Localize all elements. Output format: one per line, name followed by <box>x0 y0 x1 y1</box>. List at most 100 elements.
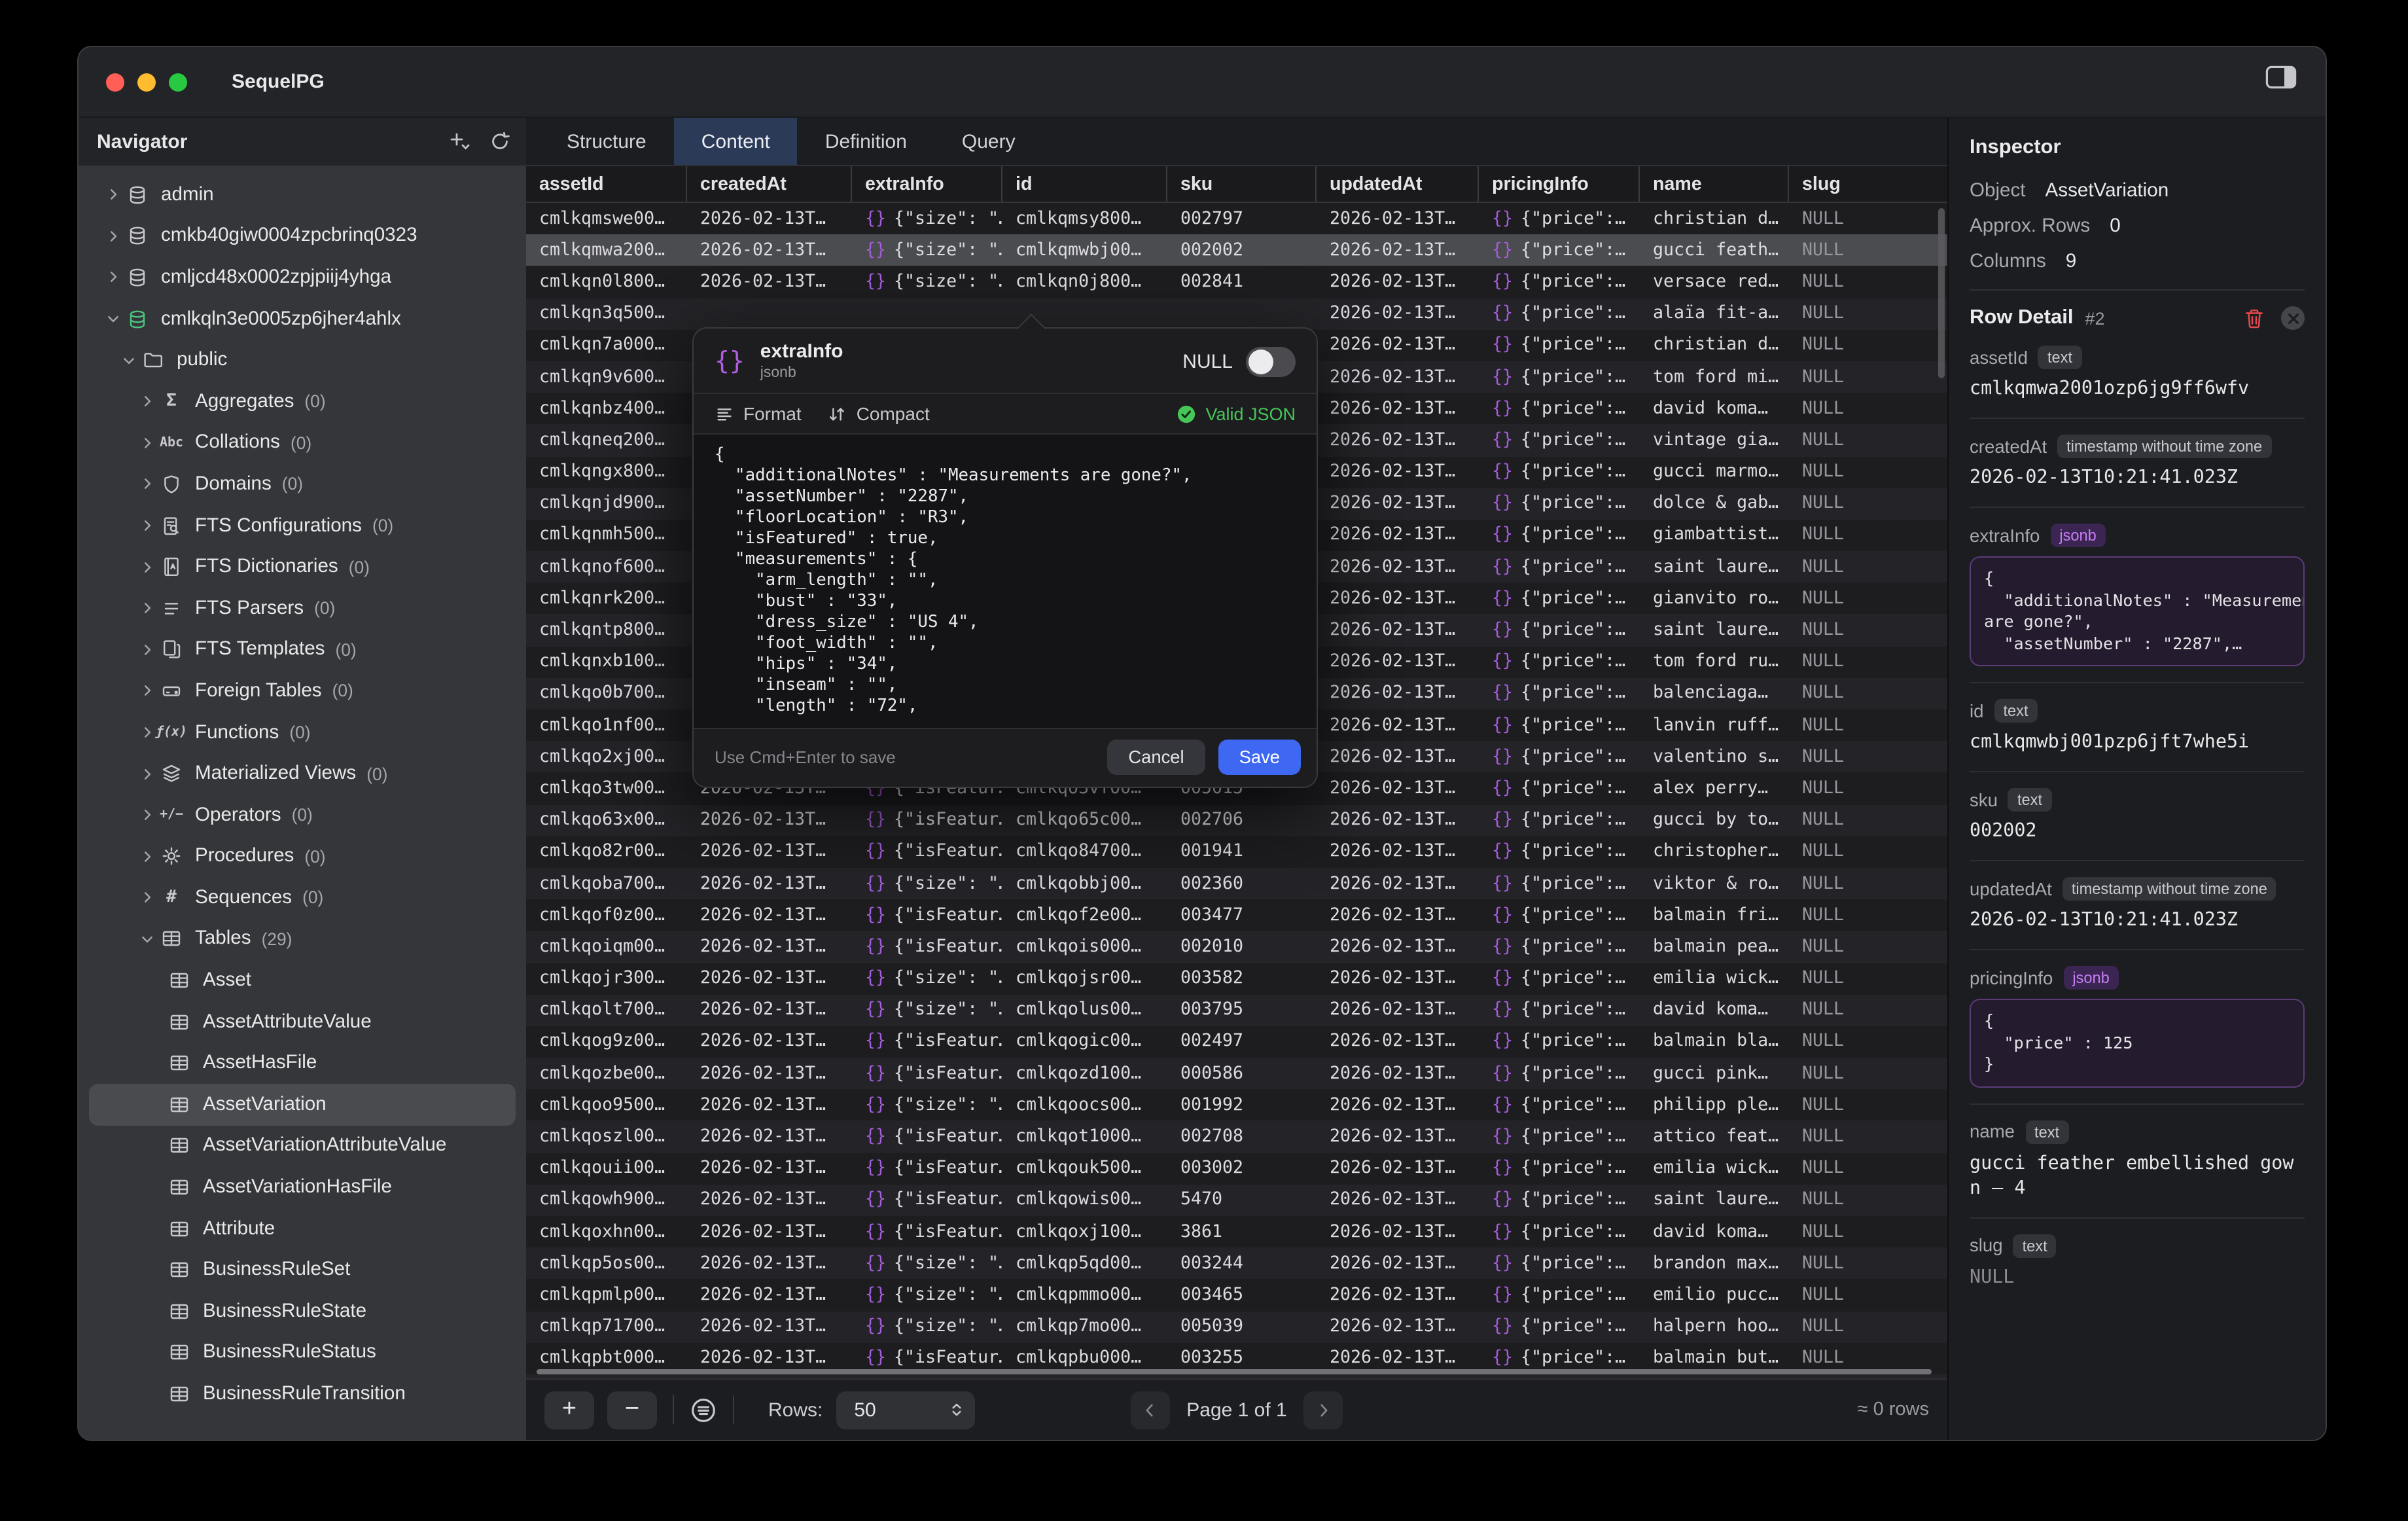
cell-extrainfo[interactable]: {}{"isFeatur… <box>852 804 1002 836</box>
chevron-right-icon[interactable] <box>136 725 157 740</box>
cell-name[interactable]: balmain fri… <box>1640 899 1789 931</box>
cell-updatedat[interactable]: 2026-02-13T… <box>1317 1090 1479 1121</box>
sidebar-item-operators[interactable]: +/−Operators(0) <box>89 795 516 836</box>
column-header-updatedat[interactable]: updatedAt <box>1317 166 1479 202</box>
sidebar-item-assetvariationattributevalue[interactable]: AssetVariationAttributeValue <box>89 1125 516 1166</box>
save-button[interactable]: Save <box>1218 740 1301 775</box>
cell-createdat[interactable]: 2026-02-13T… <box>687 1026 852 1058</box>
cell-name[interactable]: christopher… <box>1640 836 1789 868</box>
cell-slug[interactable]: NULL <box>1789 899 1947 931</box>
cell-createdat[interactable]: 2026-02-13T… <box>687 1216 852 1247</box>
cell-slug[interactable]: NULL <box>1789 709 1947 741</box>
cell-extrainfo[interactable]: {}{"isFeatur… <box>852 899 1002 931</box>
rows-per-page-select[interactable]: 50 <box>836 1391 974 1429</box>
cell-extrainfo[interactable]: {}{"isFeatur… <box>852 1153 1002 1184</box>
sidebar-item-tables[interactable]: Tables(29) <box>89 918 516 959</box>
cell-pricinginfo[interactable]: {}{"price":… <box>1479 773 1640 804</box>
table-row[interactable]: cmlkqn3q500…2026-02-13T…{}{"price":…alaï… <box>526 298 1947 329</box>
chevron-right-icon[interactable] <box>136 850 157 864</box>
cell-pricinginfo[interactable]: {}{"price":… <box>1479 1026 1640 1058</box>
tab-definition[interactable]: Definition <box>798 118 934 165</box>
cell-slug[interactable]: NULL <box>1789 551 1947 582</box>
cell-name[interactable]: david koma… <box>1640 393 1789 424</box>
cell-id[interactable]: cmlkqowis00… <box>1002 1185 1167 1216</box>
sidebar-item-materialized-views[interactable]: Materialized Views(0) <box>89 753 516 795</box>
cell-assetid[interactable]: cmlkqnjd900… <box>526 488 687 519</box>
cell-slug[interactable]: NULL <box>1789 741 1947 772</box>
cell-slug[interactable]: NULL <box>1789 994 1947 1026</box>
cell-assetid[interactable]: cmlkqnof600… <box>526 551 687 582</box>
cell-slug[interactable]: NULL <box>1789 203 1947 234</box>
cell-slug[interactable]: NULL <box>1789 1311 1947 1342</box>
cell-pricinginfo[interactable]: {}{"price":… <box>1479 615 1640 646</box>
cell-updatedat[interactable]: 2026-02-13T… <box>1317 1247 1479 1279</box>
chevron-right-icon[interactable] <box>136 436 157 450</box>
cell-assetid[interactable]: cmlkqnrk200… <box>526 583 687 615</box>
cell-pricinginfo[interactable]: {}{"price":… <box>1479 583 1640 615</box>
cell-updatedat[interactable]: 2026-02-13T… <box>1317 1153 1479 1184</box>
cell-createdat[interactable]: 2026-02-13T… <box>687 963 852 994</box>
cell-sku[interactable]: 002708 <box>1167 1121 1317 1153</box>
cell-extrainfo[interactable]: {}{"isFeatur… <box>852 1185 1002 1216</box>
cell-name[interactable]: balenciaga… <box>1640 678 1789 709</box>
chevron-right-icon[interactable] <box>136 766 157 781</box>
cell-updatedat[interactable]: 2026-02-13T… <box>1317 804 1479 836</box>
sidebar-item-cmljcd48x0002zpjpiij4yhga[interactable]: cmljcd48x0002zpjpiij4yhga <box>89 257 516 298</box>
cell-createdat[interactable]: 2026-02-13T… <box>687 203 852 234</box>
cell-id[interactable]: cmlkqmsy800… <box>1002 203 1167 234</box>
table-row[interactable]: cmlkqp5os00…2026-02-13T…{}{"size": "…cml… <box>526 1247 1947 1279</box>
cell-updatedat[interactable]: 2026-02-13T… <box>1317 899 1479 931</box>
sidebar-item-fts-configurations[interactable]: FTS Configurations(0) <box>89 505 516 546</box>
cell-id[interactable]: cmlkqo84700… <box>1002 836 1167 868</box>
cell-pricinginfo[interactable]: {}{"price":… <box>1479 425 1640 456</box>
cell-id[interactable]: cmlkqobbj00… <box>1002 868 1167 899</box>
cell-name[interactable]: viktor & ro… <box>1640 868 1789 899</box>
cell-pricinginfo[interactable]: {}{"price":… <box>1479 1311 1640 1342</box>
refresh-button[interactable] <box>489 131 510 152</box>
cell-sku[interactable]: 5470 <box>1167 1185 1317 1216</box>
sidebar-item-fts-parsers[interactable]: FTS Parsers(0) <box>89 588 516 629</box>
cell-sku[interactable]: 003244 <box>1167 1247 1317 1279</box>
cell-name[interactable]: attico feat… <box>1640 1121 1789 1153</box>
cell-slug[interactable]: NULL <box>1789 615 1947 646</box>
cell-updatedat[interactable]: 2026-02-13T… <box>1317 488 1479 519</box>
chevron-right-icon[interactable] <box>136 395 157 409</box>
chevron-right-icon[interactable] <box>136 560 157 574</box>
cell-sku[interactable]: 002002 <box>1167 234 1317 266</box>
cell-name[interactable]: balmain bla… <box>1640 1026 1789 1058</box>
cell-extrainfo[interactable]: {}{"isFeatur… <box>852 836 1002 868</box>
cell-updatedat[interactable]: 2026-02-13T… <box>1317 868 1479 899</box>
close-window-button[interactable] <box>106 73 124 91</box>
column-header-pricinginfo[interactable]: pricingInfo <box>1479 166 1640 202</box>
cell-assetid[interactable]: cmlkqojr300… <box>526 963 687 994</box>
cell-pricinginfo[interactable]: {}{"price":… <box>1479 551 1640 582</box>
cell-assetid[interactable]: cmlkqolt700… <box>526 994 687 1026</box>
cell-extrainfo[interactable]: {}{"isFeatur… <box>852 931 1002 963</box>
chevron-down-icon[interactable] <box>118 353 139 367</box>
minimize-window-button[interactable] <box>137 73 156 91</box>
cell-pricinginfo[interactable]: {}{"price":… <box>1479 899 1640 931</box>
sidebar-item-aggregates[interactable]: ΣAggregates(0) <box>89 381 516 422</box>
cell-slug[interactable]: NULL <box>1789 1247 1947 1279</box>
cell-name[interactable]: christian d… <box>1640 203 1789 234</box>
cell-createdat[interactable]: 2026-02-13T… <box>687 868 852 899</box>
table-row[interactable]: cmlkqo82r00…2026-02-13T…{}{"isFeatur…cml… <box>526 836 1947 868</box>
cell-assetid[interactable]: cmlkqoiqm00… <box>526 931 687 963</box>
sidebar-item-asset[interactable]: Asset <box>89 960 516 1001</box>
chevron-right-icon[interactable] <box>136 477 157 492</box>
cell-assetid[interactable]: cmlkqouii00… <box>526 1153 687 1184</box>
cell-slug[interactable]: NULL <box>1789 583 1947 615</box>
cell-id[interactable]: cmlkqot1000… <box>1002 1121 1167 1153</box>
tab-content[interactable]: Content <box>674 118 798 165</box>
cell-createdat[interactable]: 2026-02-13T… <box>687 836 852 868</box>
cell-updatedat[interactable]: 2026-02-13T… <box>1317 520 1479 551</box>
cell-updatedat[interactable]: 2026-02-13T… <box>1317 361 1479 393</box>
cell-sku[interactable] <box>1167 298 1317 329</box>
cell-updatedat[interactable]: 2026-02-13T… <box>1317 266 1479 298</box>
sidebar-item-businessrulestatus[interactable]: BusinessRuleStatus <box>89 1332 516 1373</box>
cell-updatedat[interactable]: 2026-02-13T… <box>1317 678 1479 709</box>
sidebar-item-domains[interactable]: Domains(0) <box>89 463 516 505</box>
chevron-right-icon[interactable] <box>136 601 157 615</box>
cell-sku[interactable]: 005039 <box>1167 1311 1317 1342</box>
cell-createdat[interactable]: 2026-02-13T… <box>687 1090 852 1121</box>
